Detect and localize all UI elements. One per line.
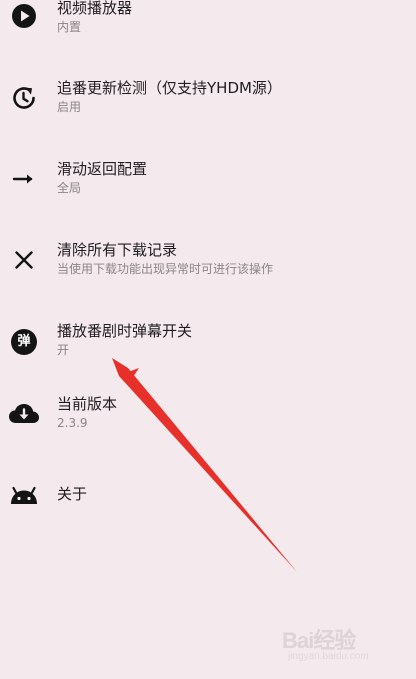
setting-subtitle: 全局 — [57, 181, 82, 195]
setting-subtitle: 内置 — [57, 20, 82, 34]
play-circle-icon — [8, 0, 40, 32]
setting-subtitle: 启用 — [57, 100, 82, 114]
setting-title: 视频播放器 — [57, 0, 133, 17]
setting-video-player[interactable]: 视频播放器 内置 — [0, 0, 416, 52]
arrow-right-icon — [8, 163, 40, 195]
setting-title: 追番更新检测（仅支持YHDM源） — [57, 79, 282, 97]
danmaku-badge: 弹 — [11, 329, 37, 355]
setting-subtitle: 2.3.9 — [57, 416, 88, 430]
cloud-download-icon — [8, 398, 40, 430]
watermark-url: jingyan.baidu.com — [288, 651, 369, 662]
watermark-brand: Bai经验 — [282, 628, 356, 653]
setting-clear-downloads[interactable]: 清除所有下载记录 当使用下载功能出现异常时可进行该操作 — [0, 234, 416, 294]
android-icon — [8, 479, 40, 511]
update-clock-icon — [8, 82, 40, 114]
setting-title: 滑动返回配置 — [57, 160, 148, 178]
setting-subtitle: 当使用下载功能出现异常时可进行该操作 — [57, 262, 274, 276]
danmaku-badge-icon: 弹 — [8, 326, 40, 358]
setting-title: 播放番剧时弹幕开关 — [57, 322, 193, 340]
setting-current-version[interactable]: 当前版本 2.3.9 — [0, 388, 416, 448]
setting-subtitle: 开 — [57, 343, 70, 357]
setting-danmaku-toggle[interactable]: 弹 播放番剧时弹幕开关 开 — [0, 315, 416, 375]
setting-title: 清除所有下载记录 — [57, 241, 178, 259]
setting-title: 关于 — [57, 485, 88, 503]
setting-about[interactable]: 关于 — [0, 468, 416, 528]
setting-swipe-back[interactable]: 滑动返回配置 全局 — [0, 153, 416, 213]
setting-title: 当前版本 — [57, 395, 118, 413]
watermark: Bai经验 jingyan.baidu.com — [282, 619, 402, 665]
setting-update-check[interactable]: 追番更新检测（仅支持YHDM源） 启用 — [0, 72, 416, 132]
close-icon — [8, 244, 40, 276]
